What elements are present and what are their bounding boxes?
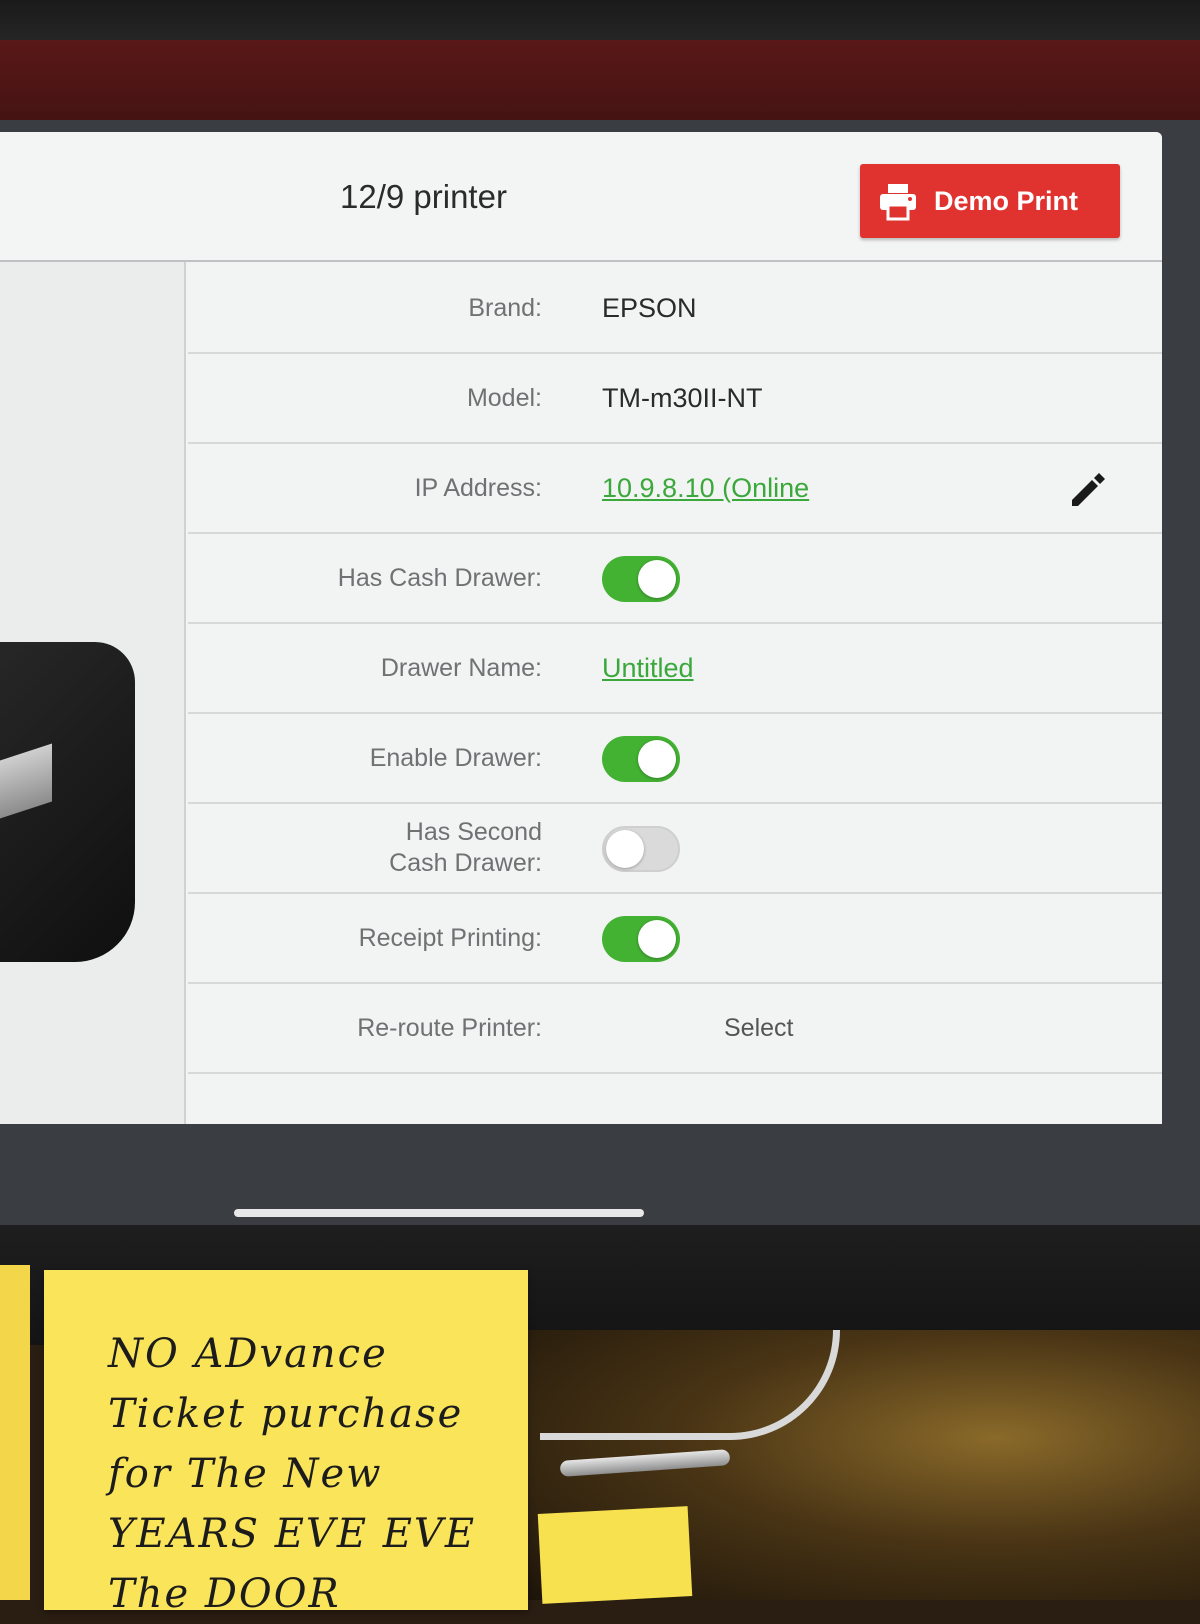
receipt-printing-toggle[interactable] [602,916,680,962]
reroute-printer-select[interactable]: Select [724,984,793,1072]
demo-print-label: Demo Print [934,185,1079,216]
toggle-knob [638,560,676,598]
drawer-name-label: Drawer Name: [380,653,542,682]
sticky-note-far [537,1506,693,1604]
reroute-printer-label: Re-route Printer: [357,1013,542,1042]
printer-icon [880,184,916,221]
sticky-note-line: NO ADvance [108,1331,388,1377]
sticky-note-line: YEARS EVE EVE [108,1511,477,1557]
sticky-note-edge [0,1265,30,1600]
label-line-2: Cash Drawer: [389,849,542,877]
enable-drawer-toggle[interactable] [602,736,680,782]
has-second-cash-drawer-label: Has Second Cash Drawer: [202,804,542,892]
setting-row-drawer-name: Drawer Name: Untitled [188,624,1162,714]
has-cash-drawer-label: Has Cash Drawer: [337,563,542,592]
pencil-icon[interactable] [1066,468,1110,512]
brand-value: EPSON [602,292,697,323]
header: 12/9 printer Demo Print [0,132,1162,262]
toggle-knob [638,920,676,958]
setting-row-second-cash-drawer: Has Second Cash Drawer: [188,804,1162,894]
setting-row-has-cash-drawer: Has Cash Drawer: [188,534,1162,624]
setting-row-receipt-printing: Receipt Printing: [188,894,1162,984]
ip-address-link[interactable]: 10.9.8.10 (Online [602,473,809,504]
sticky-note-line: for The New [108,1451,383,1497]
toggle-knob [606,830,644,868]
toggle-knob [638,740,676,778]
setting-row-enable-drawer: Enable Drawer: [188,714,1162,804]
model-label: Model: [466,383,542,412]
setting-row-ip-address: IP Address: 10.9.8.10 (Online [188,444,1162,534]
label-line-1: Has Second [405,818,542,846]
ip-address-label: IP Address: [414,473,542,502]
model-value: TM-m30II-NT [602,382,763,413]
home-indicator[interactable] [234,1209,644,1217]
has-cash-drawer-toggle[interactable] [602,556,680,602]
settings-list: Brand: EPSON Model: TM-m30II-NT IP Addre… [188,264,1162,1074]
printer-image-panel [0,262,186,1124]
setting-row-reroute-printer: Re-route Printer: Select [188,984,1162,1074]
drawer-name-link[interactable]: Untitled [602,653,694,684]
enable-drawer-label: Enable Drawer: [369,743,542,772]
receipt-printing-label: Receipt Printing: [358,923,542,952]
brand-label: Brand: [468,293,542,322]
sticky-note-line: The DOOR [108,1571,341,1617]
page-title: 12/9 printer [340,178,507,215]
sticky-note-line: Ticket purchase [108,1391,464,1437]
setting-row-model: Model: TM-m30II-NT [188,354,1162,444]
setting-row-brand: Brand: EPSON [188,264,1162,354]
printer-settings-screen: 12/9 printer Demo Print Brand: EPSON Mod… [0,132,1162,1124]
has-second-cash-drawer-toggle[interactable] [602,826,680,872]
sticky-note: NO ADvance Ticket purchase for The New Y… [44,1270,528,1617]
demo-print-button[interactable]: Demo Print [860,164,1120,238]
